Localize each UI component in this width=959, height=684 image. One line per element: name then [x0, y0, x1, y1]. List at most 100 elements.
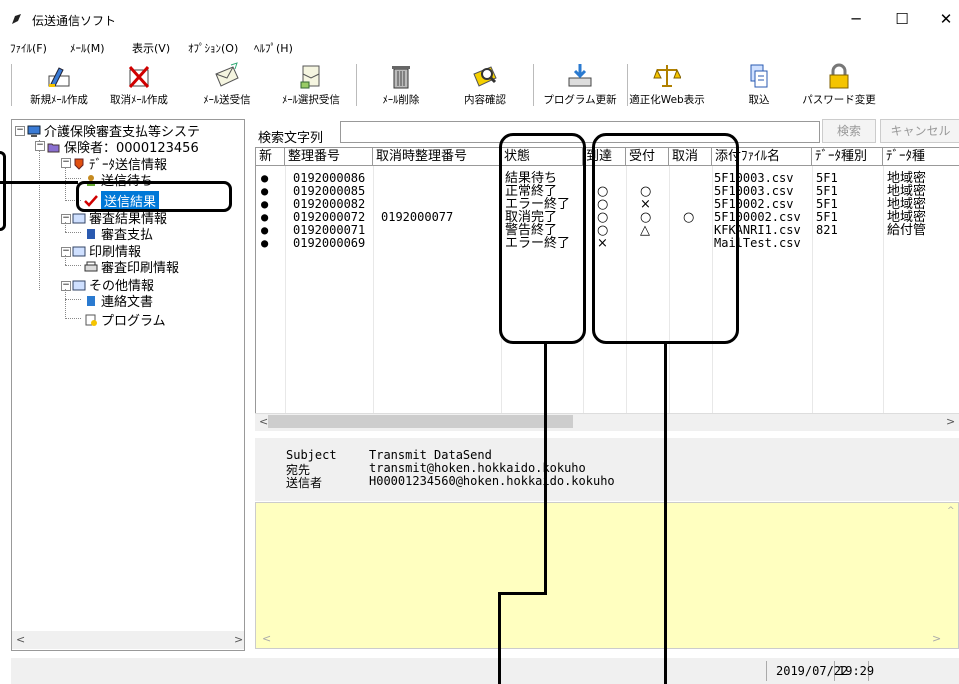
- grid-line: [373, 166, 374, 416]
- col-header-kind2[interactable]: ﾃﾞｰﾀ種: [883, 148, 959, 166]
- menu-help[interactable]: ﾍﾙﾌﾟ(H): [254, 40, 293, 56]
- menu-file[interactable]: ﾌｧｲﾙ(F): [10, 40, 47, 56]
- annotation-line-receipt: [664, 344, 667, 684]
- from-value: H00001234560@hoken.hokkaido.kokuho: [369, 474, 615, 488]
- search-label: 検索文字列: [258, 131, 324, 146]
- maximize-button[interactable]: ☐: [888, 8, 916, 30]
- to-value: transmit@hoken.hokkaido.kokuho: [369, 461, 586, 475]
- envelope-folder-icon: [72, 213, 86, 223]
- import-label: 取込: [748, 94, 770, 106]
- grid-line: [812, 166, 813, 416]
- cancel-mail-button[interactable]: 取消ﾒｰﾙ作成: [100, 60, 178, 110]
- annotation-line-status-2: [498, 594, 501, 684]
- table-cell-kind2: 給付管: [887, 223, 927, 238]
- confirm-icon: [473, 66, 497, 87]
- web-display-label: 適正化Web表示: [629, 94, 705, 106]
- expander-review-info[interactable]: −: [61, 214, 71, 224]
- tree-item-review-print[interactable]: 審査印刷情報: [84, 257, 179, 276]
- tree-review-print-label: 審査印刷情報: [101, 261, 180, 276]
- document-icon: [87, 295, 95, 306]
- confirm-content-label: 内容確認: [464, 94, 506, 106]
- import-icon: [750, 64, 768, 88]
- envelope-folder-icon: [72, 246, 86, 256]
- scroll-left-icon[interactable]: <: [16, 633, 25, 646]
- new-mail-icon: [48, 67, 70, 87]
- send-receive-button[interactable]: ﾒｰﾙ送受信: [188, 60, 266, 110]
- scroll-right-icon[interactable]: >: [234, 633, 243, 646]
- program-icon: [85, 314, 97, 326]
- expander-send-info[interactable]: −: [61, 158, 71, 168]
- delete-mail-button[interactable]: ﾒｰﾙ削除: [362, 60, 440, 110]
- expander-other-info[interactable]: −: [61, 281, 71, 291]
- app-icon: [12, 14, 21, 24]
- subject-value: Transmit DataSend: [369, 448, 492, 462]
- toolbar-separator: [533, 64, 534, 106]
- scroll-up-icon[interactable]: ^: [947, 506, 955, 516]
- cancel-mail-label: 取消ﾒｰﾙ作成: [110, 94, 168, 106]
- col-header-id[interactable]: 整理番号: [285, 148, 373, 166]
- change-password-button[interactable]: パスワード変更: [800, 60, 878, 110]
- select-receive-icon: [300, 65, 320, 89]
- menu-mail[interactable]: ﾒｰﾙ(M): [70, 40, 105, 56]
- grid-line: [883, 166, 884, 416]
- col-header-new[interactable]: 新: [256, 148, 285, 166]
- table-cell-id: 0192000069: [293, 236, 366, 250]
- from-label: 送信者: [286, 476, 323, 490]
- col-header-kind[interactable]: ﾃﾞｰﾀ種別: [812, 148, 883, 166]
- update-program-label: プログラム更新: [543, 94, 617, 106]
- toolbar-grip: [11, 64, 12, 106]
- printer-icon: [84, 261, 98, 271]
- table-hscroll-thumb[interactable]: [268, 415, 573, 428]
- body-hscrollbar[interactable]: [258, 630, 956, 647]
- annotation-line-left: [0, 181, 78, 184]
- tree-item-program[interactable]: プログラム: [84, 310, 166, 329]
- tree-program-label: プログラム: [101, 314, 166, 329]
- subject-label: Subject: [286, 448, 337, 462]
- annotation-box-left: [0, 151, 6, 231]
- annotation-line-status-3: [498, 592, 547, 595]
- change-password-label: パスワード変更: [802, 94, 876, 106]
- confirm-content-button[interactable]: 内容確認: [446, 60, 524, 110]
- import-button[interactable]: 取込: [720, 60, 798, 110]
- grid-line: [285, 166, 286, 416]
- scroll-right-icon[interactable]: >: [946, 415, 955, 428]
- minimize-button[interactable]: ─: [842, 8, 870, 30]
- menu-view[interactable]: 表示(V): [132, 40, 170, 56]
- expander-root[interactable]: −: [15, 126, 25, 136]
- cancel-search-button[interactable]: キャンセル: [880, 119, 959, 143]
- table-cell-kind: 821: [816, 223, 838, 237]
- status-time: 19:29: [838, 664, 875, 678]
- tree-item-contact-doc[interactable]: 連絡文書: [84, 291, 153, 310]
- send-receive-icon: [215, 62, 239, 87]
- folder-open-icon: [47, 143, 60, 152]
- document-icon: [87, 228, 95, 239]
- select-receive-label: ﾒｰﾙ選択受信: [282, 94, 340, 106]
- new-mail-button[interactable]: 新規ﾒｰﾙ作成: [20, 60, 98, 110]
- delete-mail-label: ﾒｰﾙ削除: [382, 94, 420, 106]
- scroll-left-icon[interactable]: <: [259, 415, 268, 428]
- web-display-button[interactable]: 適正化Web表示: [628, 60, 706, 110]
- menu-option[interactable]: ｵﾌﾟｼｮﾝ(O): [188, 40, 238, 56]
- lock-icon: [829, 63, 849, 89]
- expander-insurer[interactable]: −: [35, 141, 45, 151]
- send-receive-label: ﾒｰﾙ送受信: [203, 94, 251, 106]
- title-bar: [0, 0, 959, 36]
- scroll-left-icon[interactable]: <: [262, 632, 271, 645]
- col-header-cancel-id[interactable]: 取消時整理番号: [373, 148, 501, 166]
- update-program-button[interactable]: プログラム更新: [541, 60, 619, 110]
- cancel-mail-icon: [128, 65, 150, 89]
- annotation-line-status: [544, 344, 547, 594]
- tree-hscrollbar[interactable]: [12, 631, 244, 649]
- scroll-right-icon[interactable]: >: [932, 632, 941, 645]
- message-body[interactable]: [255, 502, 959, 649]
- toolbar-separator: [356, 64, 357, 106]
- close-button[interactable]: ✕: [932, 8, 959, 30]
- trash-icon: [392, 66, 410, 89]
- annotation-box-status: [499, 133, 586, 344]
- table-cell-new: ●: [261, 236, 269, 250]
- search-button[interactable]: 検索: [822, 119, 876, 143]
- new-mail-label: 新規ﾒｰﾙ作成: [30, 94, 88, 106]
- select-receive-button[interactable]: ﾒｰﾙ選択受信: [272, 60, 350, 110]
- expander-print-info[interactable]: −: [61, 247, 71, 257]
- shield-folder-icon: [74, 158, 84, 170]
